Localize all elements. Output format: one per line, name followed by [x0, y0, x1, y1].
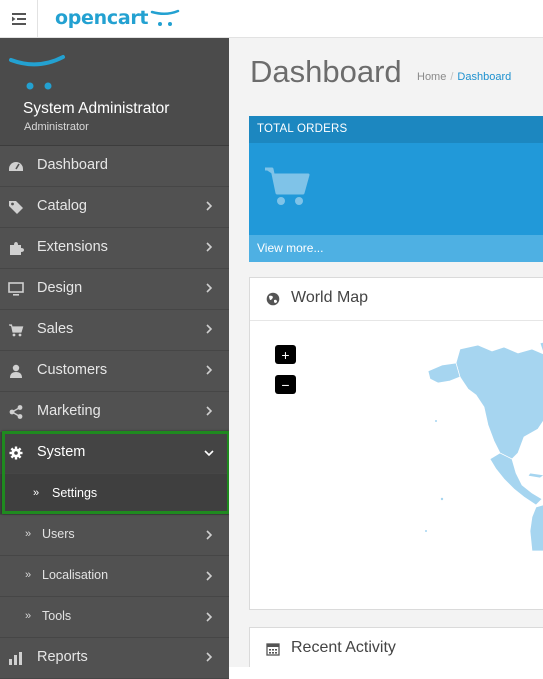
view-more-label: View more... — [257, 241, 324, 255]
sub-item-label: Localisation — [42, 568, 109, 582]
cart-swoosh-icon — [150, 9, 180, 26]
tile-heading: TOTAL ORDERS — [249, 116, 543, 143]
chevron-right-icon — [206, 530, 213, 540]
nav-item-design[interactable]: Design — [0, 269, 229, 310]
sub-item-settings[interactable]: » Settings — [0, 474, 229, 515]
double-chevron-right-icon: » — [25, 610, 32, 622]
chevron-down-icon — [204, 450, 214, 457]
opencart-cart-logo-icon — [9, 55, 65, 90]
nav-item-catalog[interactable]: Catalog — [0, 187, 229, 228]
cog-icon — [9, 446, 23, 460]
chevron-right-icon — [206, 324, 213, 334]
breadcrumb-home[interactable]: Home — [417, 71, 446, 83]
main-nav: Dashboard Catalog Extensions Design Sale… — [0, 146, 229, 679]
nav-item-dashboard[interactable]: Dashboard — [0, 146, 229, 187]
nav-label: Catalog — [37, 198, 87, 214]
tile-heading-label: TOTAL ORDERS — [257, 123, 348, 135]
profile-role: Administrator — [24, 121, 89, 133]
nav-label: Customers — [37, 362, 108, 378]
nav-label: System — [37, 444, 86, 460]
nav-item-extensions[interactable]: Extensions — [0, 228, 229, 269]
profile-name: System Administrator — [23, 100, 170, 117]
cart-icon — [9, 324, 24, 337]
puzzle-icon — [10, 242, 24, 255]
world-map-americas — [425, 342, 543, 551]
panel-title: World Map — [291, 289, 369, 306]
double-chevron-right-icon: » — [33, 487, 40, 499]
nav-item-customers[interactable]: Customers — [0, 351, 229, 392]
main-content: Dashboard Home / Dashboard TOTAL ORDERS Vi… — [229, 38, 543, 667]
top-header: opencart — [0, 0, 543, 38]
panel-title: Recent Activity — [291, 639, 396, 656]
sub-item-localisation[interactable]: » Localisation — [0, 556, 229, 597]
breadcrumb: Home / Dashboard — [417, 71, 511, 83]
chevron-right-icon — [206, 242, 213, 252]
cart-icon — [265, 167, 310, 205]
sub-item-users[interactable]: » Users — [0, 515, 229, 556]
opencart-logo[interactable]: opencart — [55, 4, 180, 32]
zoom-in-button[interactable]: + — [275, 345, 296, 364]
nav-label: Design — [37, 280, 83, 296]
view-more-link[interactable]: View more... — [249, 235, 543, 262]
world-map-panel: World Map + − — [249, 277, 543, 610]
nav-item-sales[interactable]: Sales — [0, 310, 229, 351]
user-profile: System Administrator Administrator — [0, 38, 229, 146]
nav-item-system[interactable]: System — [0, 433, 229, 474]
double-chevron-right-icon: » — [25, 569, 32, 581]
nav-label: Reports — [37, 649, 88, 665]
chevron-right-icon — [206, 652, 213, 662]
sub-item-label: Users — [42, 527, 75, 541]
chevron-right-icon — [206, 571, 213, 581]
recent-activity-panel: Recent Activity — [249, 627, 543, 667]
chevron-right-icon — [206, 365, 213, 375]
monitor-icon — [8, 282, 24, 296]
nav-label: Marketing — [37, 403, 101, 419]
chevron-right-icon — [206, 283, 213, 293]
breadcrumb-separator: / — [450, 71, 454, 83]
share-icon — [9, 405, 23, 419]
nav-label: Sales — [37, 321, 74, 337]
nav-item-reports[interactable]: Reports — [0, 638, 229, 679]
brand-name: opencart — [55, 7, 149, 29]
nav-label: Extensions — [37, 239, 108, 255]
chevron-right-icon — [206, 612, 213, 622]
panel-heading: World Map — [250, 278, 543, 321]
nav-label: Dashboard — [37, 157, 108, 173]
globe-icon — [266, 292, 280, 306]
tags-icon — [9, 201, 23, 214]
world-map[interactable]: + − — [250, 321, 543, 609]
dashboard-icon — [9, 162, 23, 171]
panel-heading: Recent Activity — [250, 628, 543, 667]
menu-toggle-button[interactable] — [0, 0, 38, 37]
bar-chart-icon — [9, 652, 22, 665]
chevron-right-icon — [206, 201, 213, 211]
sub-item-label: Settings — [52, 486, 98, 500]
breadcrumb-dashboard[interactable]: Dashboard — [457, 71, 511, 83]
zoom-out-button[interactable]: − — [275, 375, 296, 394]
sub-item-label: Tools — [42, 609, 72, 623]
nav-item-marketing[interactable]: Marketing — [0, 392, 229, 433]
sidebar: System Administrator Administrator Dashb… — [0, 38, 229, 679]
tile-body — [249, 143, 543, 235]
sub-item-tools[interactable]: » Tools — [0, 597, 229, 638]
page-title: Dashboard — [250, 54, 402, 89]
double-chevron-right-icon: » — [25, 528, 32, 540]
hamburger-indent-icon — [11, 12, 26, 25]
user-icon — [10, 364, 22, 378]
total-orders-tile: TOTAL ORDERS View more... — [249, 116, 543, 262]
chevron-right-icon — [206, 406, 213, 416]
calendar-icon — [266, 643, 280, 656]
